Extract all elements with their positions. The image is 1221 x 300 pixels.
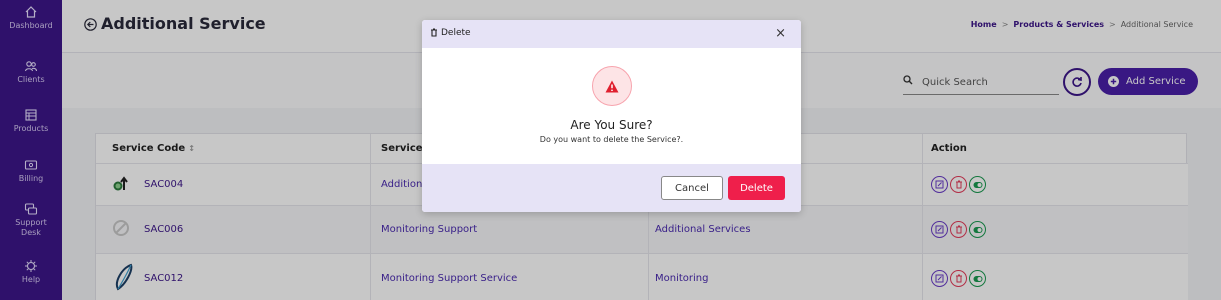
warning-icon <box>605 80 619 92</box>
close-icon[interactable]: × <box>775 26 786 41</box>
dialog-footer: Cancel Delete <box>422 164 801 212</box>
delete-button[interactable]: Delete <box>728 176 785 200</box>
dialog-message: Do you want to delete the Service?. <box>539 135 684 144</box>
dialog-header: Delete × <box>422 20 801 48</box>
dialog-title: Delete <box>441 28 471 38</box>
warning-icon-badge <box>592 66 632 106</box>
delete-confirm-dialog: Delete × Are You Sure? Do you want to de… <box>422 20 801 212</box>
dialog-heading: Are You Sure? <box>570 118 653 132</box>
trash-icon <box>431 28 437 37</box>
cancel-button[interactable]: Cancel <box>661 176 723 200</box>
